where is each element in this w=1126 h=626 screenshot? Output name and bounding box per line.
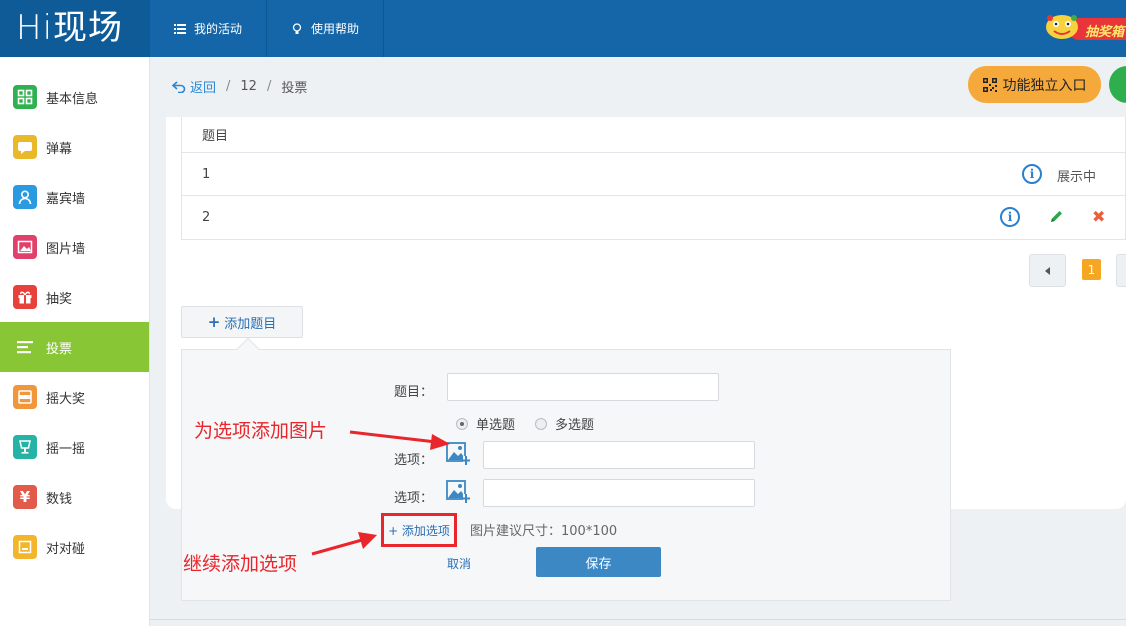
annotation-add-option: 继续添加选项 (183, 553, 298, 575)
add-image-icon[interactable] (446, 480, 470, 504)
mascot-icon (1046, 15, 1078, 39)
option-label: 选项： (394, 491, 434, 506)
plus-icon: + (207, 313, 221, 331)
option-1-input[interactable] (483, 441, 755, 469)
add-question-button[interactable]: + 添加题目 (181, 306, 303, 338)
nav-my-activities-label: 我的活动 (194, 22, 243, 36)
row-title: 1 (202, 166, 211, 182)
sidebar-item-guest-wall[interactable]: 嘉宾墙 (0, 172, 149, 222)
chat-bubble-icon (13, 135, 37, 159)
sidebar-item-label: 弹幕 (46, 141, 73, 157)
grid-icon (13, 85, 37, 109)
save-button[interactable]: 保存 (536, 547, 661, 577)
status-showing: 展示中 (1057, 170, 1097, 185)
app-logo[interactable]: Hi现场 (0, 0, 150, 57)
cancel-link[interactable]: 取消 (447, 555, 471, 572)
nav-my-activities[interactable]: 我的活动 (150, 0, 268, 57)
nav-help-label: 使用帮助 (311, 22, 360, 36)
qr-code-icon (982, 77, 997, 92)
breadcrumb-separator: / (266, 79, 272, 94)
top-bar: Hi现场 我的活动 使用帮助 抽奖箱 (0, 0, 1126, 57)
gift-icon (13, 285, 37, 309)
info-icon[interactable]: i (1000, 207, 1020, 227)
question-title-label: 题目： (394, 385, 434, 400)
sidebar-item-label: 投票 (46, 341, 73, 357)
image-size-hint: 图片建议尺寸：100*100 (470, 524, 618, 539)
image-icon (13, 235, 37, 259)
sidebar-item-danmaku[interactable]: 弹幕 (0, 122, 149, 172)
back-label: 返回 (190, 81, 217, 96)
radio-dot-selected (456, 417, 468, 430)
page-bottom-strip (150, 619, 1126, 626)
breadcrumb-activity-id[interactable]: 12 (240, 79, 257, 94)
breadcrumb-bar: 返回 / 12 / 投票 功能独立入口 (150, 57, 1126, 117)
table-row[interactable]: 2 i ✖ (182, 196, 1125, 239)
pagination-current-page[interactable]: 1 (1082, 259, 1101, 280)
radio-single-choice[interactable]: 单选题 (456, 414, 515, 433)
pagination-prev[interactable] (1029, 254, 1066, 287)
pencil-icon[interactable] (1049, 209, 1064, 224)
question-table: 题目 1 i 展示中 2 i ✖ (181, 117, 1126, 240)
radio-single-label: 单选题 (476, 418, 516, 433)
sidebar-item-shake[interactable]: 摇一摇 (0, 422, 149, 472)
yen-icon: ¥ (13, 485, 37, 509)
column-header-title: 题目 (202, 129, 229, 144)
list-icon (174, 23, 186, 34)
breadcrumb-separator: / (226, 79, 231, 94)
table-header: 题目 (182, 117, 1125, 153)
sidebar-item-label: 对对碰 (46, 541, 86, 557)
match-icon (13, 535, 37, 559)
sidebar-item-basic-info[interactable]: 基本信息 (0, 72, 149, 122)
info-icon[interactable]: i (1022, 164, 1042, 184)
option-label: 选项： (394, 453, 434, 468)
nav-help[interactable]: 使用帮助 (267, 0, 385, 57)
vote-list-icon (13, 335, 37, 359)
table-row[interactable]: 1 i 展示中 (182, 153, 1125, 196)
green-action-button[interactable] (1109, 66, 1126, 103)
caret-left-icon (1044, 266, 1050, 275)
annotation-add-image: 为选项添加图片 (194, 420, 328, 442)
undo-arrow-icon (172, 80, 186, 93)
pagination-next[interactable] (1116, 254, 1126, 287)
sidebar-item-label: 摇大奖 (46, 391, 86, 407)
question-title-input[interactable] (447, 373, 719, 401)
sidebar-item-label: 图片墙 (46, 241, 86, 257)
add-option-button[interactable]: + 添加选项 (381, 513, 457, 547)
sidebar-item-shake-prize[interactable]: 摇大奖 (0, 372, 149, 422)
standalone-entry-button[interactable]: 功能独立入口 (968, 66, 1101, 103)
row-title: 2 (202, 210, 211, 225)
radio-multi-label: 多选题 (555, 418, 595, 433)
sidebar-item-photo-wall[interactable]: 图片墙 (0, 222, 149, 272)
standalone-entry-label: 功能独立入口 (1002, 77, 1087, 94)
delete-icon[interactable]: ✖ (1092, 207, 1105, 226)
top-nav: 我的活动 使用帮助 (150, 0, 385, 57)
promo-label: 抽奖箱 (1084, 25, 1124, 40)
add-image-icon[interactable] (446, 442, 470, 466)
person-icon (13, 185, 37, 209)
radio-multi-choice[interactable]: 多选题 (535, 414, 594, 433)
sidebar-item-label: 摇一摇 (46, 441, 86, 457)
sidebar-item-lottery[interactable]: 抽奖 (0, 272, 149, 322)
breadcrumb: 返回 / 12 / 投票 (172, 77, 307, 96)
breadcrumb-current: 投票 (281, 81, 308, 96)
sidebar-item-label: 基本信息 (46, 91, 99, 107)
sidebar-item-count-money[interactable]: ¥ 数钱 (0, 472, 149, 522)
sidebar-item-label: 数钱 (46, 491, 73, 507)
radio-dot (535, 417, 547, 430)
sidebar-item-label: 抽奖 (46, 291, 73, 307)
sidebar-item-match[interactable]: 对对碰 (0, 522, 149, 572)
sidebar: 基本信息 弹幕 嘉宾墙 图片墙 抽奖 投票 摇大奖 摇一摇 ¥ 数钱 对对碰 (0, 57, 150, 626)
back-link[interactable]: 返回 (172, 77, 216, 96)
slot-icon (13, 385, 37, 409)
option-2-input[interactable] (483, 479, 755, 507)
lightbulb-icon (292, 22, 302, 34)
promo-lottery-banner[interactable]: 抽奖箱 (1036, 12, 1126, 44)
sidebar-item-label: 嘉宾墙 (46, 191, 86, 207)
add-question-label: 添加题目 (224, 316, 277, 332)
sidebar-item-vote[interactable]: 投票 (0, 322, 149, 372)
cup-icon (13, 435, 37, 459)
